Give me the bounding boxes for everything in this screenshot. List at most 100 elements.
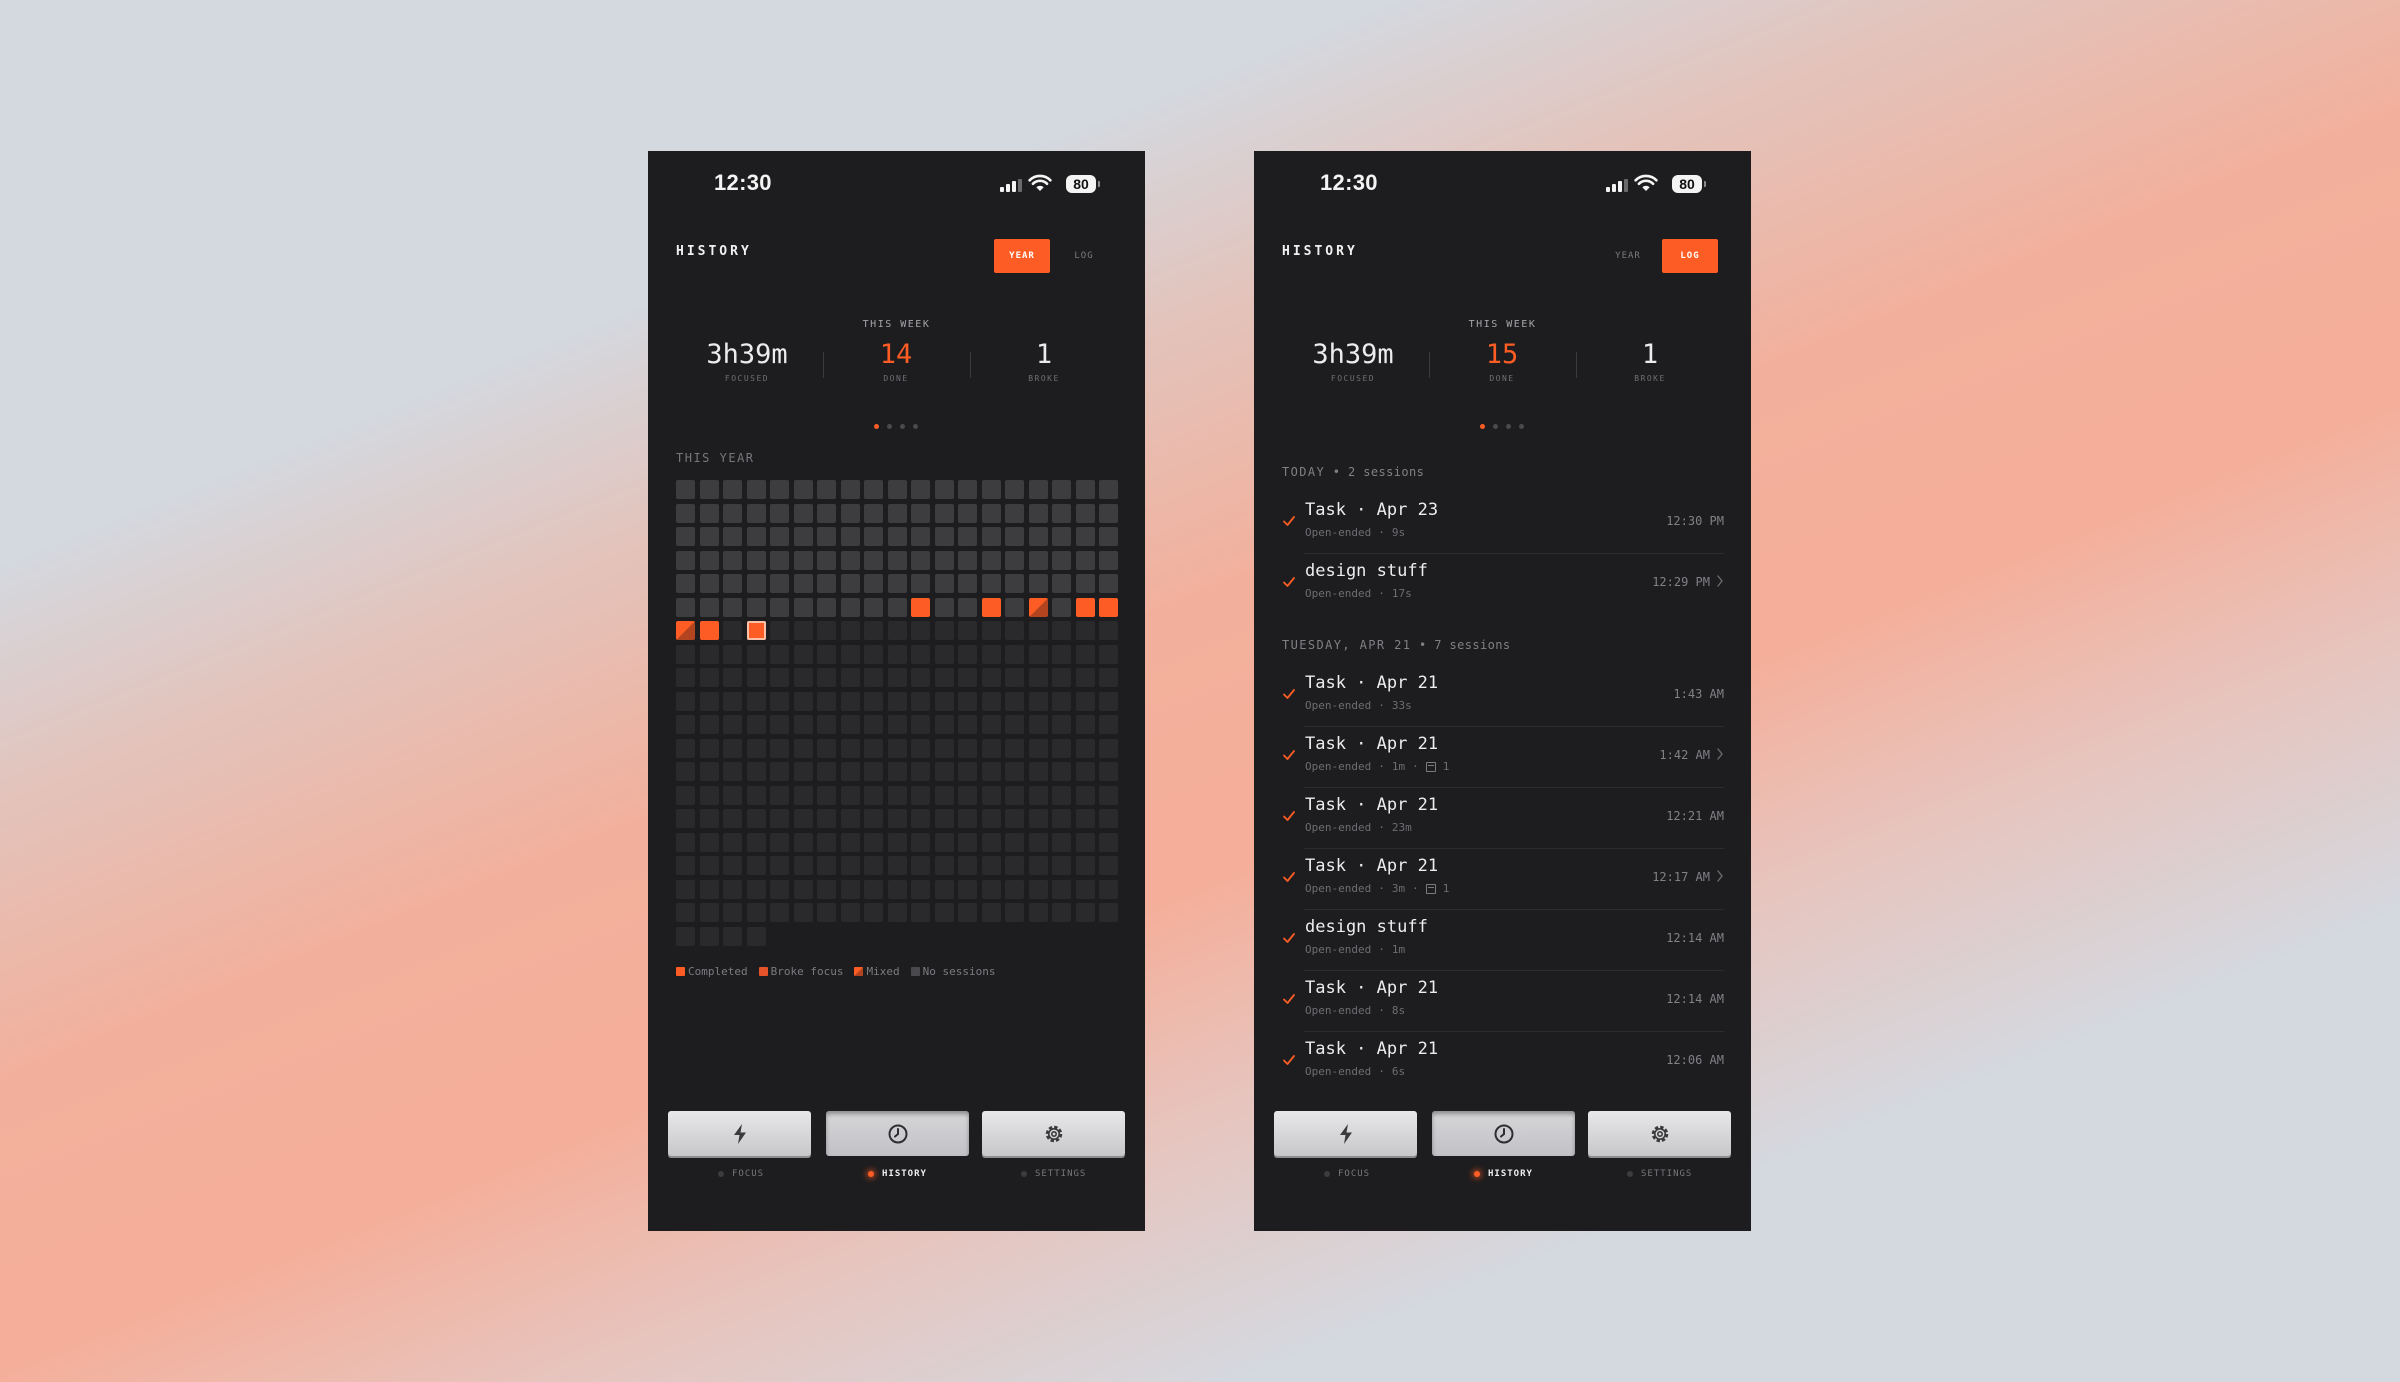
heatmap-cell-future[interactable] [887,903,907,922]
heatmap-cell-future[interactable] [887,856,907,875]
heatmap-cell-future[interactable] [887,762,907,781]
heatmap-cell-future[interactable] [864,644,883,664]
heatmap-cell-future[interactable] [793,762,813,781]
heatmap-cell-future[interactable] [887,691,907,711]
heatmap-cell-future[interactable] [793,691,813,711]
heatmap-cell-future[interactable] [817,644,836,664]
heatmap-cell-future[interactable] [723,879,742,899]
tab-focus-button[interactable] [1274,1111,1417,1156]
heatmap-cell-future[interactable] [1028,762,1048,781]
heatmap-cell-no-session[interactable] [699,480,719,499]
heatmap-cell-future[interactable] [1099,691,1118,711]
heatmap-cell-future[interactable] [1052,809,1071,828]
heatmap-cell-no-session[interactable] [723,503,742,523]
tab-settings-button[interactable] [1588,1111,1731,1156]
session-row[interactable]: Task · Apr 21 Open-ended · 1m · 1 1:42 AM [1282,728,1724,788]
heatmap-cell-future[interactable] [1075,879,1095,899]
heatmap-cell-future[interactable] [958,691,977,711]
heatmap-cell-future[interactable] [1099,644,1118,664]
heatmap-cell-future[interactable] [676,715,695,734]
heatmap-cell-no-session[interactable] [958,527,977,546]
heatmap-cell-future[interactable] [770,809,789,828]
heatmap-cell-future[interactable] [770,738,789,758]
heatmap-cell-no-session[interactable] [793,527,813,546]
heatmap-cell-future[interactable] [746,832,766,852]
heatmap-cell-future[interactable] [840,785,860,805]
heatmap-cell-future[interactable] [887,668,907,687]
heatmap-cell-future[interactable] [864,903,883,922]
heatmap-cell-future[interactable] [864,785,883,805]
tab-focus-button[interactable] [668,1111,811,1156]
heatmap-cell-future[interactable] [676,903,695,922]
heatmap-cell-future[interactable] [911,879,930,899]
heatmap-cell-future[interactable] [934,621,954,640]
heatmap-cell-no-session[interactable] [746,527,766,546]
heatmap-cell-future[interactable] [770,715,789,734]
heatmap-cell-no-session[interactable] [958,550,977,570]
heatmap-cell-future[interactable] [911,856,930,875]
heatmap-cell-future[interactable] [887,715,907,734]
heatmap-cell-future[interactable] [1075,832,1095,852]
heatmap-cell-future[interactable] [770,879,789,899]
heatmap-cell-future[interactable] [676,644,695,664]
heatmap-cell-future[interactable] [911,832,930,852]
heatmap-cell-no-session[interactable] [1099,503,1118,523]
tab-settings-button[interactable] [982,1111,1125,1156]
heatmap-cell-no-session[interactable] [934,527,954,546]
heatmap-cell-future[interactable] [817,691,836,711]
heatmap-cell-future[interactable] [911,809,930,828]
heatmap-cell-future[interactable] [1075,644,1095,664]
heatmap-cell-future[interactable] [1075,621,1095,640]
heatmap-cell-no-session[interactable] [1005,480,1024,499]
heatmap-cell-future[interactable] [1099,762,1118,781]
heatmap-cell-no-session[interactable] [793,574,813,593]
heatmap-cell-future[interactable] [793,856,813,875]
heatmap-cell-future[interactable] [817,809,836,828]
heatmap-cell-future[interactable] [1005,903,1024,922]
heatmap-cell-future[interactable] [1099,832,1118,852]
heatmap-cell-no-session[interactable] [1028,527,1048,546]
heatmap-cell-future[interactable] [1075,903,1095,922]
heatmap-cell-no-session[interactable] [840,597,860,617]
heatmap-cell-future[interactable] [746,762,766,781]
heatmap-cell-future[interactable] [676,926,695,946]
heatmap-cell-no-session[interactable] [676,597,695,617]
heatmap-cell-future[interactable] [981,668,1001,687]
heatmap-cell-future[interactable] [746,668,766,687]
session-row[interactable]: Task · Apr 21 Open-ended · 6s 12:06 AM [1282,1033,1724,1093]
heatmap-cell-no-session[interactable] [1005,574,1024,593]
heatmap-cell-future[interactable] [840,621,860,640]
tab-history-label[interactable]: HISTORY [868,1169,927,1179]
heatmap-cell-completed[interactable] [699,621,719,640]
heatmap-cell-future[interactable] [934,903,954,922]
heatmap-cell-future[interactable] [746,903,766,922]
heatmap-cell-future[interactable] [793,668,813,687]
heatmap-cell-no-session[interactable] [887,550,907,570]
heatmap-cell-future[interactable] [817,832,836,852]
heatmap-cell-future[interactable] [1099,879,1118,899]
heatmap-cell-no-session[interactable] [699,574,719,593]
heatmap-cell-future[interactable] [911,785,930,805]
heatmap-cell-no-session[interactable] [1099,527,1118,546]
heatmap-cell-future[interactable] [864,879,883,899]
heatmap-cell-future[interactable] [840,809,860,828]
heatmap-cell-future[interactable] [699,668,719,687]
heatmap-cell-future[interactable] [770,832,789,852]
session-row[interactable]: Task · Apr 21 Open-ended · 33s 1:43 AM [1282,667,1724,727]
heatmap-cell-future[interactable] [1075,785,1095,805]
heatmap-cell-future[interactable] [699,762,719,781]
heatmap-cell-future[interactable] [840,668,860,687]
heatmap-cell-future[interactable] [723,926,742,946]
heatmap-cell-no-session[interactable] [958,480,977,499]
heatmap-cell-future[interactable] [1028,903,1048,922]
heatmap-cell-no-session[interactable] [793,597,813,617]
heatmap-cell-future[interactable] [887,879,907,899]
heatmap-cell-no-session[interactable] [1028,480,1048,499]
heatmap-cell-no-session[interactable] [887,480,907,499]
heatmap-cell-no-session[interactable] [911,503,930,523]
heatmap-cell-future[interactable] [958,762,977,781]
heatmap-cell-future[interactable] [723,715,742,734]
heatmap-cell-no-session[interactable] [864,550,883,570]
heatmap-cell-no-session[interactable] [864,480,883,499]
heatmap-cell-future[interactable] [699,738,719,758]
